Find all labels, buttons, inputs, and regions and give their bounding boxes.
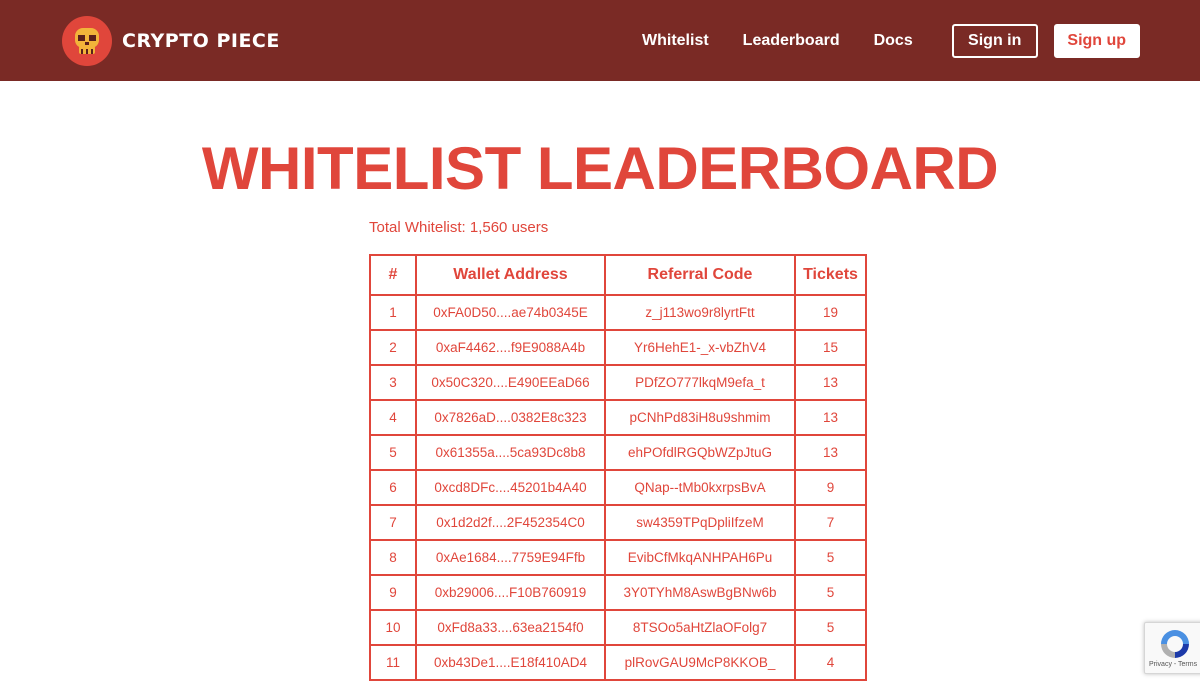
wallet-address-cell: 0xFA0D50....ae74b0345E [415, 294, 606, 331]
rank-cell: 4 [369, 399, 417, 436]
nav-link-whitelist[interactable]: Whitelist [642, 24, 709, 58]
column-header-rank: # [369, 254, 417, 296]
recaptcha-badge[interactable]: Privacy - Terms [1144, 622, 1200, 674]
table-row: 11 0xb43De1....E18f410AD4 plRovGAU9McP8K… [369, 644, 867, 681]
brand-name: CRYPTO PIECE [122, 30, 280, 52]
sign-up-button[interactable]: Sign up [1053, 24, 1140, 58]
rank-cell: 2 [369, 329, 417, 366]
rank-cell: 9 [369, 574, 417, 611]
column-header-wallet: Wallet Address [415, 254, 606, 296]
table-row: 6 0xcd8DFc....45201b4A40 QNap--tMb0kxrps… [369, 469, 867, 506]
recaptcha-icon [1161, 630, 1189, 658]
tickets-cell: 7 [794, 504, 867, 541]
wallet-address-cell: 0xcd8DFc....45201b4A40 [415, 469, 606, 506]
tickets-cell: 4 [794, 644, 867, 681]
sign-in-button[interactable]: Sign in [951, 24, 1038, 58]
brand-logo[interactable]: CRYPTO PIECE [62, 16, 280, 66]
tickets-cell: 5 [794, 609, 867, 646]
table-row: 9 0xb29006....F10B760919 3Y0TYhM8AswBgBN… [369, 574, 867, 611]
table-row: 1 0xFA0D50....ae74b0345E z_j113wo9r8lyrt… [369, 294, 867, 331]
referral-code-cell: z_j113wo9r8lyrtFtt [604, 294, 796, 331]
wallet-address-cell: 0xaF4462....f9E9088A4b [415, 329, 606, 366]
referral-code-cell: sw4359TPqDpliIfzeM [604, 504, 796, 541]
page-title: WHITELIST LEADERBOARD [201, 135, 999, 202]
tickets-cell: 5 [794, 574, 867, 611]
table-row: 7 0x1d2d2f....2F452354C0 sw4359TPqDpliIf… [369, 504, 867, 541]
referral-code-cell: ehPOfdlRGQbWZpJtuG [604, 434, 796, 471]
referral-code-cell: Yr6HehE1-_x-vbZhV4 [604, 329, 796, 366]
nav-link-leaderboard[interactable]: Leaderboard [743, 24, 840, 58]
table-row: 10 0xFd8a33....63ea2154f0 8TSOo5aHtZlaOF… [369, 609, 867, 646]
rank-cell: 7 [369, 504, 417, 541]
referral-code-cell: 3Y0TYhM8AswBgBNw6b [604, 574, 796, 611]
wallet-address-cell: 0xAe1684....7759E94Ffb [415, 539, 606, 576]
tickets-cell: 13 [794, 434, 867, 471]
rank-cell: 5 [369, 434, 417, 471]
referral-code-cell: plRovGAU9McP8KKOB_ [604, 644, 796, 681]
table-header-row: # Wallet Address Referral Code Tickets [369, 254, 867, 296]
wallet-address-cell: 0xFd8a33....63ea2154f0 [415, 609, 606, 646]
tickets-cell: 15 [794, 329, 867, 366]
rank-cell: 1 [369, 294, 417, 331]
referral-code-cell: QNap--tMb0kxrpsBvA [604, 469, 796, 506]
wallet-address-cell: 0x7826aD....0382E8c323 [415, 399, 606, 436]
table-row: 4 0x7826aD....0382E8c323 pCNhPd83iH8u9sh… [369, 399, 867, 436]
table-row: 8 0xAe1684....7759E94Ffb EvibCfMkqANHPAH… [369, 539, 867, 576]
tickets-cell: 13 [794, 364, 867, 401]
skull-icon [62, 16, 112, 66]
recaptcha-privacy-terms[interactable]: Privacy - Terms [1149, 661, 1197, 668]
wallet-address-cell: 0xb29006....F10B760919 [415, 574, 606, 611]
table-row: 5 0x61355a....5ca93Dc8b8 ehPOfdlRGQbWZpJ… [369, 434, 867, 471]
wallet-address-cell: 0x61355a....5ca93Dc8b8 [415, 434, 606, 471]
total-whitelist-count: Total Whitelist: 1,560 users [369, 219, 549, 236]
tickets-cell: 5 [794, 539, 867, 576]
table-row: 3 0x50C320....E490EEaD66 PDfZO777lkqM9ef… [369, 364, 867, 401]
rank-cell: 11 [369, 644, 417, 681]
tickets-cell: 13 [794, 399, 867, 436]
column-header-tickets: Tickets [794, 254, 867, 296]
tickets-cell: 19 [794, 294, 867, 331]
nav-link-docs[interactable]: Docs [874, 24, 913, 58]
tickets-cell: 9 [794, 469, 867, 506]
referral-code-cell: EvibCfMkqANHPAH6Pu [604, 539, 796, 576]
wallet-address-cell: 0xb43De1....E18f410AD4 [415, 644, 606, 681]
wallet-address-cell: 0x1d2d2f....2F452354C0 [415, 504, 606, 541]
wallet-address-cell: 0x50C320....E490EEaD66 [415, 364, 606, 401]
referral-code-cell: 8TSOo5aHtZlaOFolg7 [604, 609, 796, 646]
leaderboard-table: # Wallet Address Referral Code Tickets 1… [369, 254, 867, 681]
main-nav: Whitelist Leaderboard Docs Sign in Sign … [642, 24, 1140, 58]
table-row: 2 0xaF4462....f9E9088A4b Yr6HehE1-_x-vbZ… [369, 329, 867, 366]
column-header-referral: Referral Code [604, 254, 796, 296]
rank-cell: 3 [369, 364, 417, 401]
rank-cell: 8 [369, 539, 417, 576]
rank-cell: 6 [369, 469, 417, 506]
rank-cell: 10 [369, 609, 417, 646]
referral-code-cell: PDfZO777lkqM9efa_t [604, 364, 796, 401]
referral-code-cell: pCNhPd83iH8u9shmim [604, 399, 796, 436]
top-navigation-bar: CRYPTO PIECE Whitelist Leaderboard Docs … [0, 0, 1200, 81]
